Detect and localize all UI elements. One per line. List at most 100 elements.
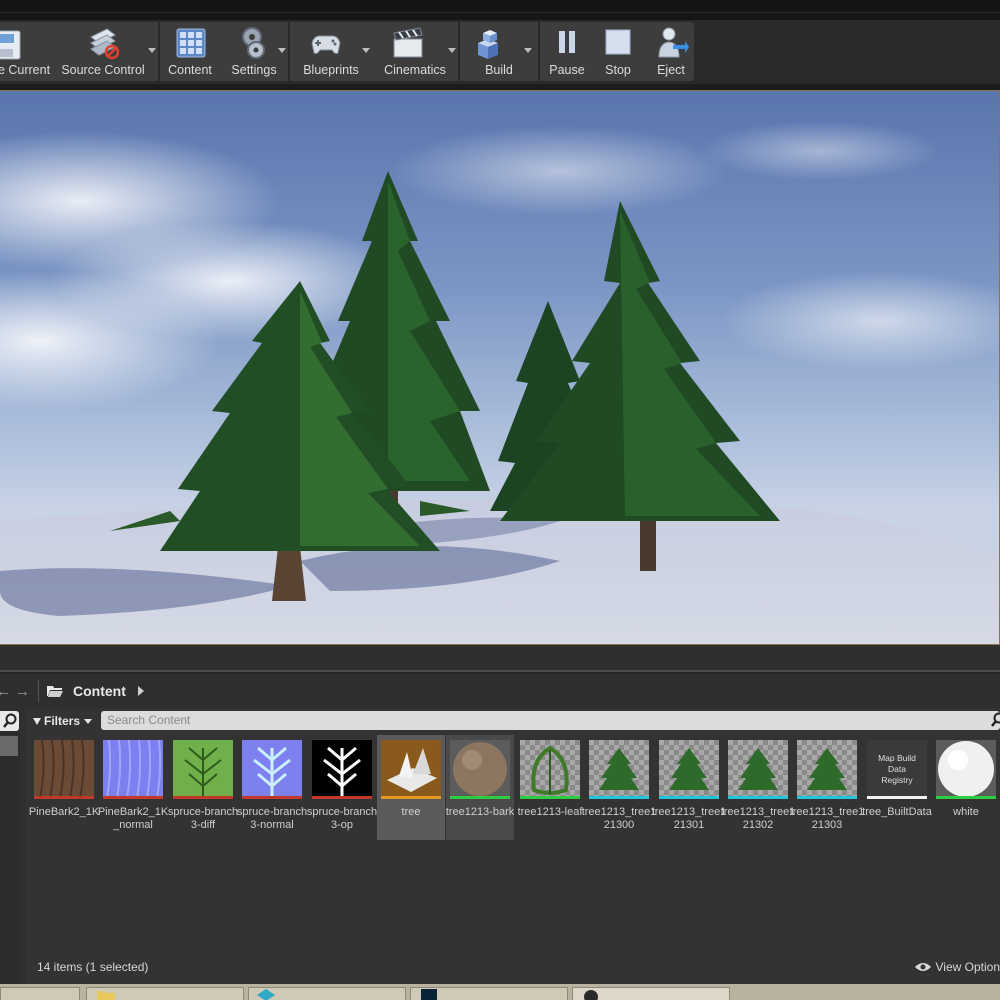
search-icon[interactable] — [990, 712, 1000, 728]
breadcrumb-content[interactable]: Content — [73, 683, 126, 699]
history-nav: ← → — [0, 683, 30, 700]
panel-divider[interactable] — [0, 645, 1000, 672]
filters-button[interactable]: Filters — [33, 711, 93, 731]
tree-mesh-thumbnail — [728, 740, 788, 798]
asset-type-bar — [450, 796, 510, 799]
folder-icon — [97, 991, 115, 1000]
app-icon — [257, 989, 275, 1000]
cinematics-button[interactable]: Cinematics — [372, 22, 458, 81]
pause-button[interactable]: Pause — [540, 22, 594, 81]
asset-label: spruce-branch3-normal — [236, 806, 308, 831]
build-cubes-icon — [478, 30, 498, 59]
taskbar-item[interactable] — [0, 987, 80, 1000]
normal-thumbnail — [103, 740, 163, 798]
pause-icon — [559, 31, 575, 53]
cinematics-dropdown-icon[interactable] — [448, 48, 456, 53]
tree-mesh-thumbnail — [797, 740, 857, 798]
cloud — [720, 271, 999, 371]
sources-search-button[interactable] — [0, 711, 19, 731]
eject-button[interactable]: Eject — [642, 22, 700, 81]
asset-tile[interactable]: tree — [377, 735, 445, 840]
stop-icon — [605, 29, 631, 55]
asset-tile[interactable]: tree1213_tree121302 — [721, 735, 795, 840]
filter-funnel-icon — [33, 717, 41, 725]
sources-list-item[interactable] — [0, 736, 18, 756]
item-count-status: 14 items (1 selected) — [37, 960, 149, 974]
asset-type-bar — [242, 796, 302, 799]
asset-tile[interactable]: spruce-branch3-normal — [237, 735, 307, 840]
title-strip — [0, 0, 1000, 20]
tree-mesh-thumbnail — [659, 740, 719, 798]
cinematics-clapper-icon — [393, 27, 423, 58]
taskbar-item-active[interactable] — [572, 987, 730, 1000]
forward-arrow-icon[interactable]: → — [15, 683, 30, 700]
asset-label: PineBark2_1K_normal — [97, 806, 169, 831]
asset-type-bar — [797, 796, 857, 799]
view-options-label: View Option — [935, 960, 1000, 974]
breadcrumb-chevron-icon[interactable] — [137, 686, 144, 696]
content-button[interactable]: Content — [160, 22, 220, 81]
build-label: Build — [485, 63, 513, 77]
asset-tile[interactable]: PineBark2_1K_normal — [98, 735, 168, 840]
blueprints-dropdown-icon[interactable] — [362, 48, 370, 53]
unreal-engine-icon — [584, 990, 598, 1000]
toolbar-group-build: Build — [460, 22, 540, 81]
asset-type-bar — [659, 796, 719, 799]
asset-type-bar — [34, 796, 94, 799]
asset-tile[interactable]: PineBark2_1K — [29, 735, 99, 840]
stop-button[interactable]: Stop — [594, 22, 642, 81]
source-control-button[interactable]: Source Control — [48, 22, 158, 81]
settings-dropdown-icon[interactable] — [278, 48, 286, 53]
blueprints-button[interactable]: Blueprints — [290, 22, 372, 81]
search-content-input[interactable]: Search Content — [101, 711, 1000, 730]
save-current-button[interactable]: e Current — [0, 22, 50, 81]
build-button[interactable]: Build — [460, 22, 538, 81]
asset-tile[interactable]: tree1213_tree121301 — [652, 735, 726, 840]
save-icon — [0, 30, 21, 60]
asset-tile[interactable]: tree1213-bark — [446, 735, 514, 840]
content-label: Content — [168, 63, 212, 77]
view-options-button[interactable]: View Option — [914, 960, 1000, 974]
svg-text:Map Build: Map Build — [878, 753, 916, 763]
cinematics-label: Cinematics — [384, 63, 446, 77]
bark-sphere-thumbnail — [450, 740, 510, 798]
white-sphere-thumbnail — [936, 740, 996, 798]
asset-label: PineBark2_1K — [28, 806, 100, 818]
asset-type-bar — [589, 796, 649, 799]
asset-label: tree1213_tree121302 — [720, 806, 796, 831]
source-control-dropdown-icon[interactable] — [148, 48, 156, 53]
settings-gear-icon — [242, 27, 265, 59]
eject-person-icon — [658, 27, 689, 58]
cloud — [390, 126, 730, 216]
asset-tile[interactable]: Map Build Data Registry tree_BuiltData — [862, 735, 932, 840]
settings-label: Settings — [231, 63, 277, 77]
asset-tile[interactable]: tree1213_tree121303 — [790, 735, 864, 840]
source-control-label: Source Control — [61, 63, 145, 77]
asset-tile[interactable]: tree1213_tree121300 — [582, 735, 656, 840]
taskbar-item[interactable] — [86, 987, 244, 1000]
level-viewport[interactable] — [0, 90, 1000, 645]
asset-type-bar — [936, 796, 996, 799]
asset-tile[interactable]: spruce-branch3-diff — [168, 735, 238, 840]
asset-label: tree — [401, 806, 421, 818]
asset-tile[interactable]: spruce-branch3-op — [307, 735, 377, 840]
blueprints-label: Blueprints — [303, 63, 359, 77]
content-browser-path-bar: ← → Content — [0, 674, 1000, 708]
filters-dropdown-icon — [84, 718, 93, 724]
branch-diff-thumbnail — [173, 740, 233, 798]
taskbar-item[interactable] — [410, 987, 568, 1000]
taskbar-item[interactable] — [248, 987, 406, 1000]
asset-tile[interactable]: white — [932, 735, 1000, 840]
svg-text:Data: Data — [888, 764, 906, 774]
asset-type-bar — [103, 796, 163, 799]
build-dropdown-icon[interactable] — [524, 48, 532, 53]
eye-icon — [914, 963, 931, 971]
settings-button[interactable]: Settings — [220, 22, 288, 81]
asset-label: tree1213_tree121300 — [581, 806, 657, 831]
asset-label: spruce-branch3-diff — [167, 806, 239, 831]
svg-text:Registry: Registry — [881, 775, 913, 785]
asset-tile[interactable]: tree1213-leaf — [516, 735, 584, 840]
asset-type-bar — [173, 796, 233, 799]
search-icon — [3, 713, 17, 728]
back-arrow-icon[interactable]: ← — [0, 683, 11, 700]
